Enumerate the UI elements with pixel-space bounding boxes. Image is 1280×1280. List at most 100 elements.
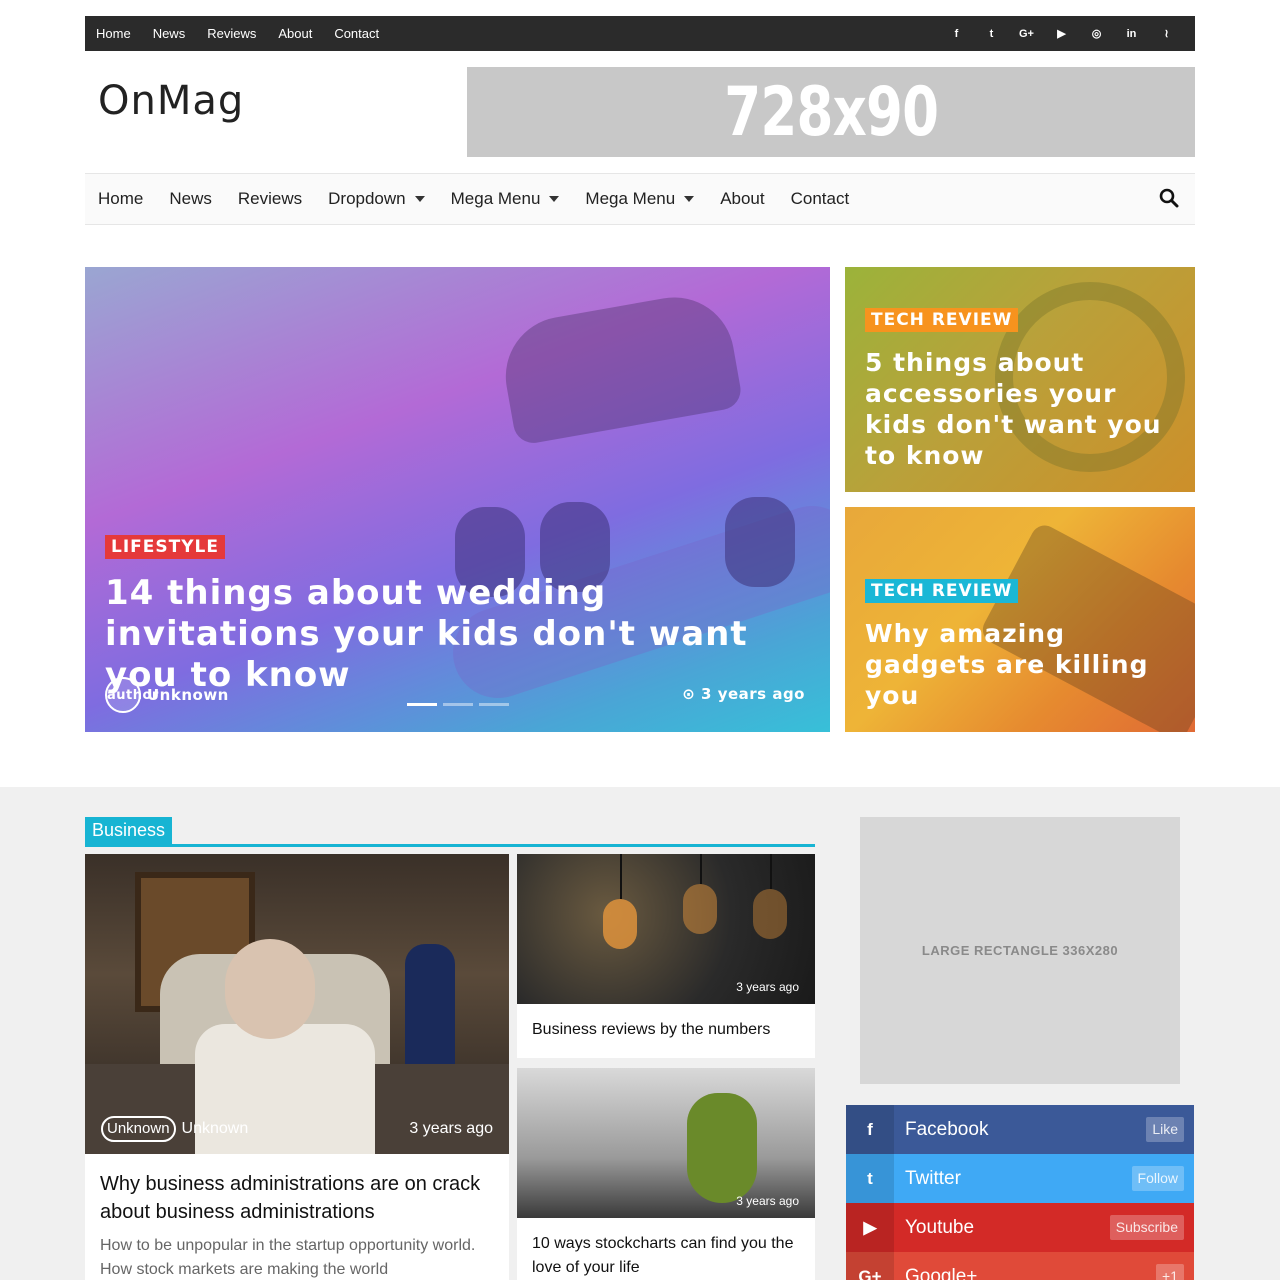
post-title[interactable]: Business reviews by the numbers — [532, 1018, 807, 1042]
rss-icon[interactable]: ≀ — [1149, 27, 1184, 40]
slider-dot[interactable] — [407, 703, 437, 706]
social-row-google-plus[interactable]: G+ Google+ +1 — [846, 1252, 1194, 1280]
top-social-icons: f t G+ ▶ ◎ in ≀ — [939, 27, 1184, 41]
social-row-youtube[interactable]: ▶ Youtube Subscribe — [846, 1203, 1194, 1252]
post-title[interactable]: 10 ways stockcharts can find you the lov… — [532, 1232, 807, 1280]
post-time: 3 years ago — [409, 1120, 493, 1137]
twitter-icon: t — [846, 1154, 894, 1203]
author-name: Unknown — [181, 1120, 249, 1137]
card-title[interactable]: Why amazing gadgets are killing you — [865, 618, 1185, 711]
nav-label: Home — [98, 189, 144, 208]
post-image-detail — [687, 1093, 757, 1203]
top-link-news[interactable]: News — [153, 26, 186, 41]
nav-label: Dropdown — [328, 189, 406, 208]
nav-item-mega-menu-1[interactable]: Mega Menu — [451, 189, 560, 209]
google-plus-icon[interactable]: G+ — [1009, 28, 1044, 40]
slider-dot[interactable] — [443, 703, 473, 706]
post-image[interactable]: 3 years ago — [517, 854, 815, 1004]
top-link-contact[interactable]: Contact — [334, 26, 379, 41]
post-image-detail — [700, 854, 702, 884]
post-image-detail — [683, 884, 717, 934]
post-image-detail — [620, 854, 622, 899]
post-excerpt: How to be unpopular in the startup oppor… — [100, 1237, 476, 1278]
card-title[interactable]: 5 things about accessories your kids don… — [865, 347, 1185, 471]
avatar: author — [105, 677, 158, 713]
post-time: 3 years ago — [736, 1194, 799, 1208]
twitter-icon[interactable]: t — [974, 28, 1009, 40]
main-nav: Home News Reviews Dropdown Mega Menu Meg… — [85, 173, 1195, 225]
social-name: Facebook — [905, 1118, 989, 1140]
youtube-icon[interactable]: ▶ — [1044, 27, 1079, 40]
nav-item-contact[interactable]: Contact — [791, 189, 850, 209]
content-section: Business Unknown Unknown 3 years ago Why… — [0, 787, 1280, 1280]
google-plus-icon: G+ — [846, 1252, 894, 1280]
post-time-text: 3 years ago — [701, 685, 805, 703]
top-link-home[interactable]: Home — [96, 26, 131, 41]
social-name: Twitter — [905, 1167, 961, 1189]
post-image-detail — [405, 944, 455, 1084]
social-name: Google+ — [905, 1265, 978, 1280]
social-name: Youtube — [905, 1216, 975, 1238]
caret-down-icon — [549, 196, 560, 202]
nav-label: Mega Menu — [585, 189, 676, 208]
nav-label: About — [720, 189, 765, 208]
follow-button[interactable]: Follow — [1131, 1166, 1184, 1191]
post-image-detail — [753, 889, 787, 939]
top-bar: Home News Reviews About Contact f t G+ ▶… — [85, 16, 1195, 51]
nav-label: Contact — [790, 189, 850, 208]
nav-item-mega-menu-2[interactable]: Mega Menu — [585, 189, 695, 209]
nav-item-reviews[interactable]: Reviews — [238, 189, 302, 209]
slider-dot[interactable] — [479, 703, 509, 706]
section-heading: Business — [85, 817, 815, 847]
subscribe-button[interactable]: Subscribe — [1109, 1215, 1184, 1240]
post-image-detail — [603, 899, 637, 949]
nav-item-home[interactable]: Home — [98, 189, 143, 209]
facebook-icon[interactable]: f — [939, 28, 974, 40]
nav-label: Reviews — [237, 189, 303, 208]
linkedin-icon[interactable]: in — [1114, 28, 1149, 40]
category-tag[interactable]: LIFESTYLE — [105, 535, 225, 559]
slider-dots — [407, 703, 509, 706]
caret-down-icon — [414, 196, 425, 202]
category-tag[interactable]: TECH REVIEW — [865, 308, 1019, 332]
header-ad-banner[interactable]: 728x90 — [467, 67, 1195, 157]
nav-item-about[interactable]: About — [720, 189, 764, 209]
post-image[interactable]: 3 years ago — [517, 1068, 815, 1218]
avatar: Unknown — [101, 1116, 176, 1142]
category-tag[interactable]: TECH REVIEW — [865, 579, 1019, 603]
big-post[interactable]: Unknown Unknown 3 years ago Why business… — [85, 854, 509, 1280]
featured-slider[interactable]: LIFESTYLE 14 things about wedding invita… — [85, 267, 830, 732]
social-row-twitter[interactable]: t Twitter Follow — [846, 1154, 1194, 1203]
nav-item-news[interactable]: News — [169, 189, 212, 209]
sidebar-ad[interactable]: LARGE RECTANGLE 336X280 — [860, 817, 1180, 1084]
post-image[interactable] — [85, 854, 509, 1154]
clock-icon: ⊙ — [682, 685, 702, 703]
site-logo[interactable]: OnMag — [98, 78, 244, 124]
post-title[interactable]: Why business administrations are on crac… — [100, 1170, 500, 1226]
plus-one-button[interactable]: +1 — [1156, 1264, 1184, 1280]
small-post[interactable]: 3 years ago Business reviews by the numb… — [517, 854, 815, 1058]
social-row-facebook[interactable]: f Facebook Like — [846, 1105, 1194, 1154]
small-post[interactable]: 3 years ago 10 ways stockcharts can find… — [517, 1068, 815, 1280]
top-link-about[interactable]: About — [278, 26, 312, 41]
facebook-icon: f — [846, 1105, 894, 1154]
youtube-icon: ▶ — [846, 1203, 894, 1252]
banner-label: 728x90 — [723, 72, 939, 152]
top-link-reviews[interactable]: Reviews — [207, 26, 256, 41]
section-title[interactable]: Business — [85, 817, 173, 845]
like-button[interactable]: Like — [1146, 1117, 1184, 1142]
search-icon[interactable] — [1159, 188, 1179, 208]
nav-item-dropdown[interactable]: Dropdown — [328, 189, 425, 209]
featured-side-card[interactable]: TECH REVIEW 5 things about accessories y… — [845, 267, 1195, 492]
nav-label: News — [169, 189, 212, 208]
caret-down-icon — [684, 196, 695, 202]
post-image-detail — [770, 854, 772, 889]
author-name: Unknown — [147, 686, 229, 704]
instagram-icon[interactable]: ◎ — [1079, 27, 1114, 40]
nav-label: Mega Menu — [450, 189, 541, 208]
post-author[interactable]: author Unknown — [105, 677, 229, 713]
top-links: Home News Reviews About Contact — [96, 26, 401, 41]
social-counter: f Facebook Like t Twitter Follow ▶ Youtu… — [846, 1105, 1194, 1280]
post-author[interactable]: Unknown Unknown — [101, 1116, 248, 1142]
featured-side-card[interactable]: TECH REVIEW Why amazing gadgets are kill… — [845, 507, 1195, 732]
